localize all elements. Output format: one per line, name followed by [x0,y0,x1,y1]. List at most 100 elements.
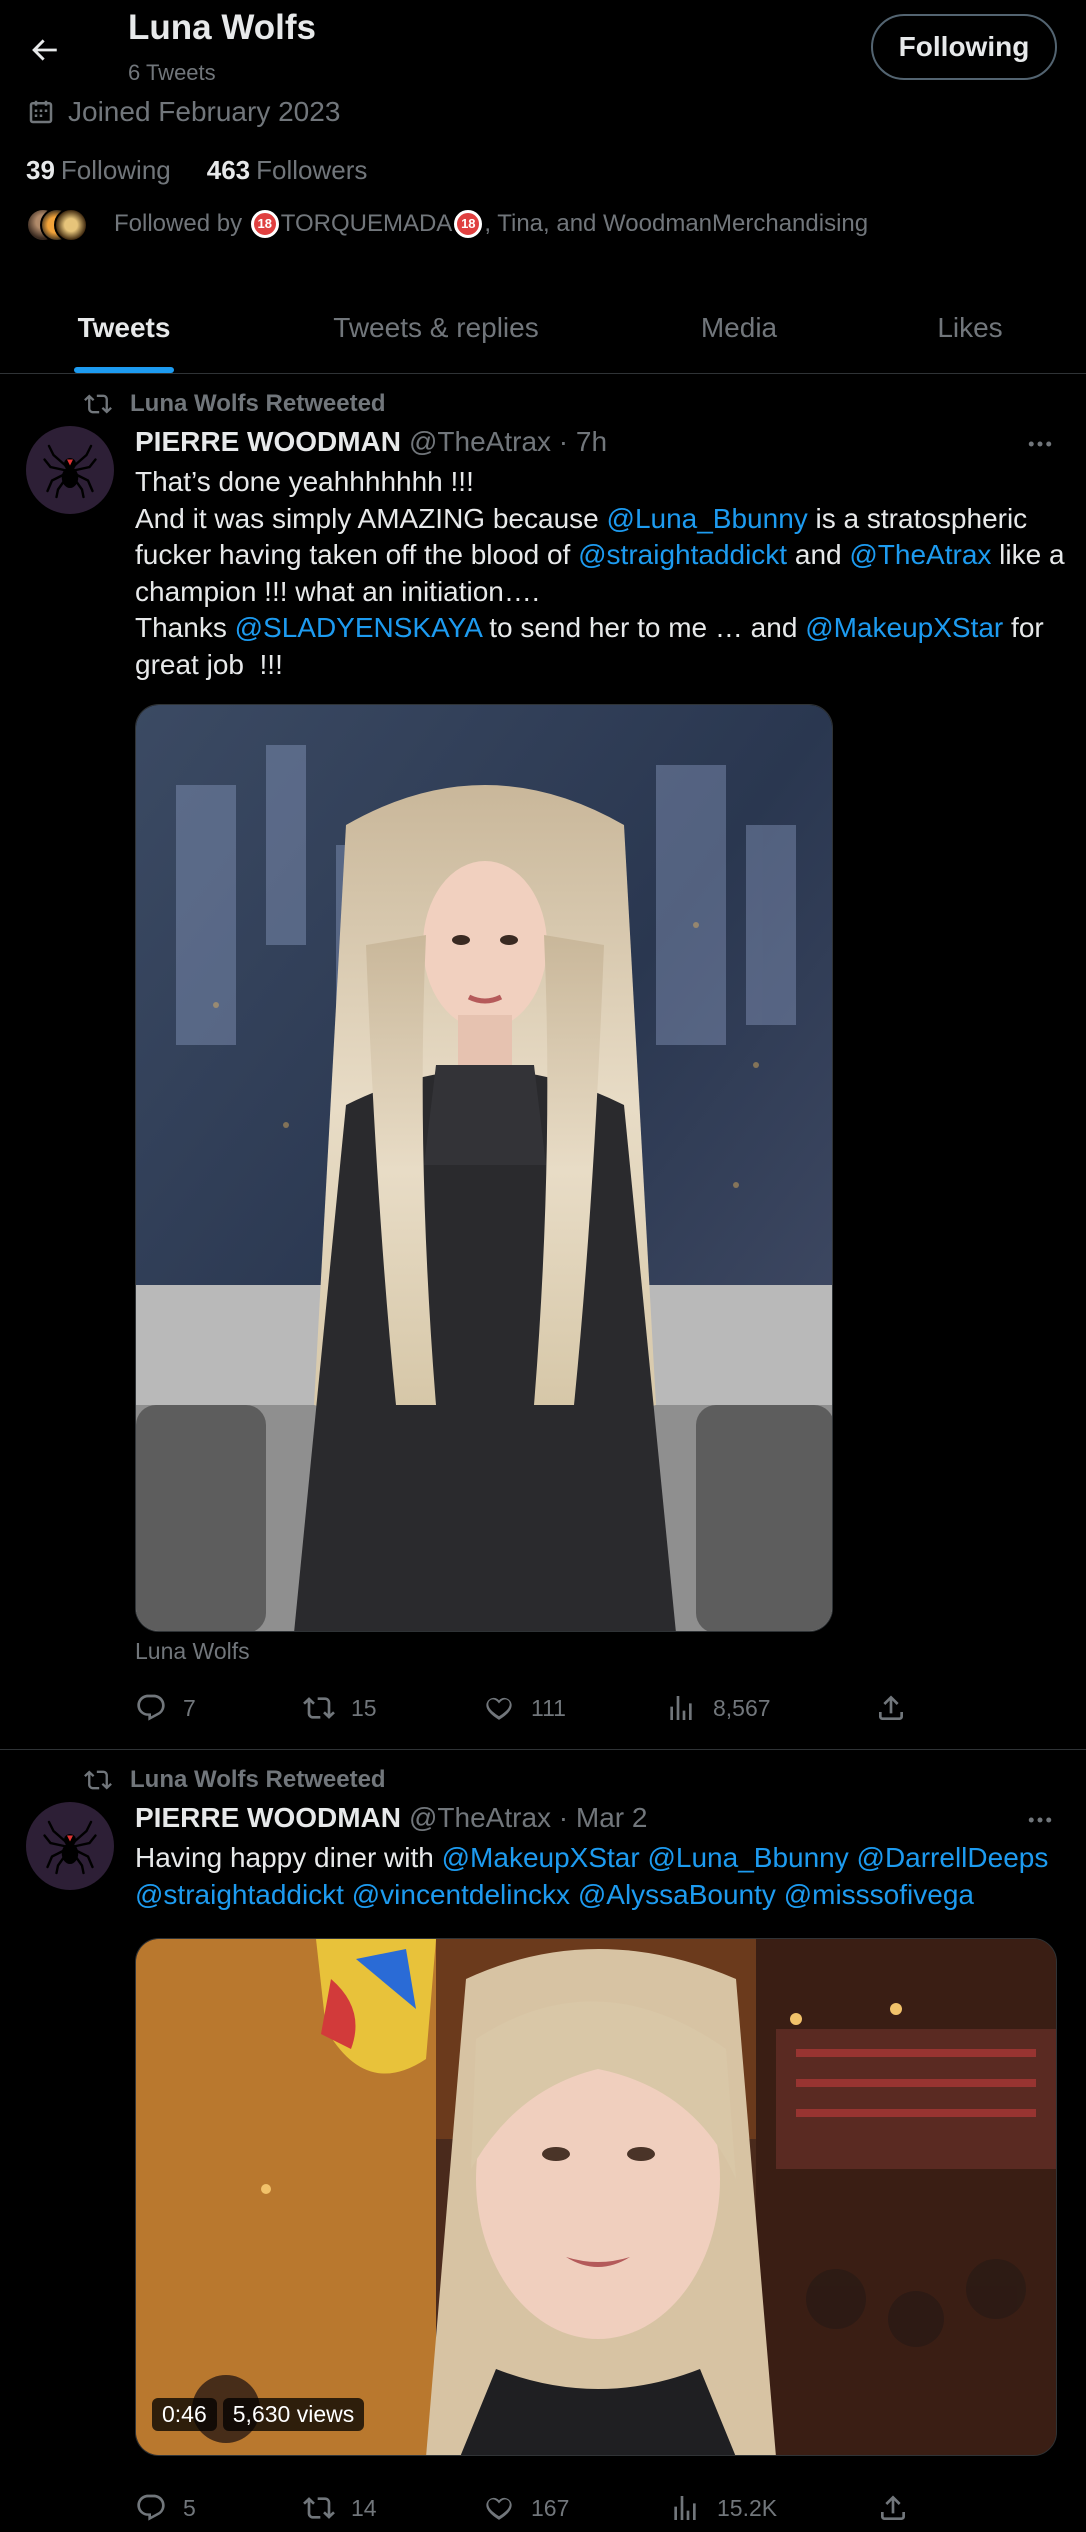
views-icon [669,2492,701,2524]
like-button[interactable]: 167 [483,2492,669,2524]
followed-by-prefix: Followed by [114,209,249,237]
mention-link[interactable]: @misssofivega [784,1879,974,1910]
joined-text: Joined February 2023 [68,96,341,127]
reply-button[interactable]: 7 [135,1692,303,1724]
tweet-text-segment [1048,1842,1056,1873]
back-button[interactable] [16,22,72,78]
joined-date: Joined February 2023 [26,96,340,128]
following-label: Following [60,155,171,185]
retweeted-by[interactable]: Luna Wolfs Retweeted [130,1766,386,1794]
tab-likes[interactable]: Likes [854,282,1086,373]
retweet-button[interactable]: 14 [303,2492,483,2524]
followed-by-text: Followed by 18 TORQUEMADA 18, Tina, and Wo… [114,210,868,239]
profile-tabs: Tweets Tweets & replies Media Likes [0,282,1086,374]
tweet-text-segment: and [787,539,850,570]
video-duration: 0:46 [152,2398,217,2431]
tweet-text: Having happy diner with @MakeupXStar @Lu… [135,1840,1065,1913]
follow-stats: 39 Following 463 Followers [26,155,367,186]
tweet-text: That’s done yeahhhhhhh !!! And it was si… [135,464,1065,683]
views-icon [665,1692,697,1724]
tab-tweets-replies[interactable]: Tweets & replies [248,282,624,373]
mention-link[interactable]: @straightaddickt [578,539,787,570]
tweet[interactable]: Luna Wolfs Retweeted PIERRE WOODMAN @The… [0,374,1086,1750]
tweet-header: PIERRE WOODMAN @TheAtrax · 7h [135,426,607,458]
tweet-text-segment: That’s done yeahhhhhhh !!! And it was si… [135,466,599,534]
tweet-count: 6 Tweets [128,60,216,85]
more-button[interactable] [1020,1808,1060,1832]
tab-label: Tweets & replies [333,311,539,343]
reply-button[interactable]: 5 [135,2492,303,2524]
spider-avatar-icon [40,440,100,500]
retweet-context: Luna Wolfs Retweeted [84,390,386,418]
followers-count: 463 [206,155,251,185]
author-handle-time[interactable]: @TheAtrax · 7h [409,426,607,458]
share-button[interactable] [875,1692,907,1724]
tab-tweets[interactable]: Tweets [0,282,248,373]
author-name[interactable]: PIERRE WOODMAN [135,426,401,458]
followers-stat[interactable]: 463 Followers [207,155,368,186]
like-count: 111 [531,1694,566,1721]
mention-link[interactable]: @MakeupXStar [805,612,1003,643]
more-icon [1025,429,1055,459]
tab-label: Tweets [77,311,171,343]
followers-label: Followers [256,155,368,185]
mention-link[interactable]: @SLADYENSKAYA [235,612,482,643]
retweeted-by[interactable]: Luna Wolfs Retweeted [130,390,386,418]
retweet-icon [303,1692,335,1724]
followed-by-row[interactable]: Followed by 18 TORQUEMADA 18, Tina, and Wo… [26,206,868,242]
view-count: 15.2K [717,2494,778,2521]
back-arrow-icon [32,39,57,61]
photo-woman-blonde [136,705,832,1631]
retweet-icon [303,2492,335,2524]
adult-18-icon: 18 [250,210,279,239]
following-stat[interactable]: 39 Following [26,155,171,186]
mention-link[interactable]: @TheAtrax [849,539,991,570]
mention-link[interactable]: @DarrellDeeps [857,1842,1049,1873]
tweet-actions: 5 14 167 15.2K [135,2492,915,2524]
like-icon [483,1692,515,1724]
reply-icon [135,2492,167,2524]
more-button[interactable] [1020,432,1060,456]
tweet-actions: 7 15 111 8,567 [135,1692,915,1724]
more-icon [1025,1805,1055,1835]
tweet-text-segment: to send her to me … and [481,612,806,643]
mention-link[interactable]: @MakeupXStar [442,1842,640,1873]
tab-media[interactable]: Media [624,282,854,373]
avatar[interactable] [26,1802,114,1890]
profile-name: Luna Wolfs [128,8,316,47]
tweet-photo[interactable] [135,704,833,1632]
retweet-context: Luna Wolfs Retweeted [84,1766,386,1794]
followed-by-suffix: , Tina, and WoodmanMerchandising [484,209,869,237]
share-button[interactable] [877,2492,909,2524]
view-count: 8,567 [713,1694,771,1721]
tweet[interactable]: Luna Wolfs Retweeted PIERRE WOODMAN @The… [0,1750,1086,2532]
tab-label: Media [700,311,778,343]
tweet-text-segment [344,1879,352,1910]
media-caption[interactable]: Luna Wolfs [135,1638,250,1665]
tweet-video[interactable] [135,1938,1057,2456]
tweet-text-segment [776,1879,784,1910]
mention-link[interactable]: @Luna_Bbunny [607,503,808,534]
avatar[interactable] [26,426,114,514]
retweet-button[interactable]: 15 [303,1692,483,1724]
following-count: 39 [26,155,55,185]
following-button[interactable]: Following [871,14,1057,80]
author-handle-time[interactable]: @TheAtrax · Mar 2 [409,1802,647,1834]
reply-count: 7 [183,1694,196,1721]
mention-link[interactable]: @AlyssaBounty [578,1879,776,1910]
share-icon [877,2492,909,2524]
calendar-icon [29,100,53,124]
like-icon [483,2492,515,2524]
reply-count: 5 [183,2494,196,2521]
like-button[interactable]: 111 [483,1692,665,1724]
views-button[interactable]: 15.2K [669,2492,877,2524]
views-button[interactable]: 8,567 [665,1692,875,1724]
retweet-count: 15 [351,1694,377,1721]
tweet-text-segment [570,1879,578,1910]
author-name[interactable]: PIERRE WOODMAN [135,1802,401,1834]
mention-link[interactable]: @straightaddickt [135,1879,344,1910]
active-tab-indicator [74,367,174,373]
followers-you-know-avatars [26,206,90,242]
mention-link[interactable]: @vincentdelinckx [352,1879,570,1910]
mention-link[interactable]: @Luna_Bbunny [647,1842,848,1873]
